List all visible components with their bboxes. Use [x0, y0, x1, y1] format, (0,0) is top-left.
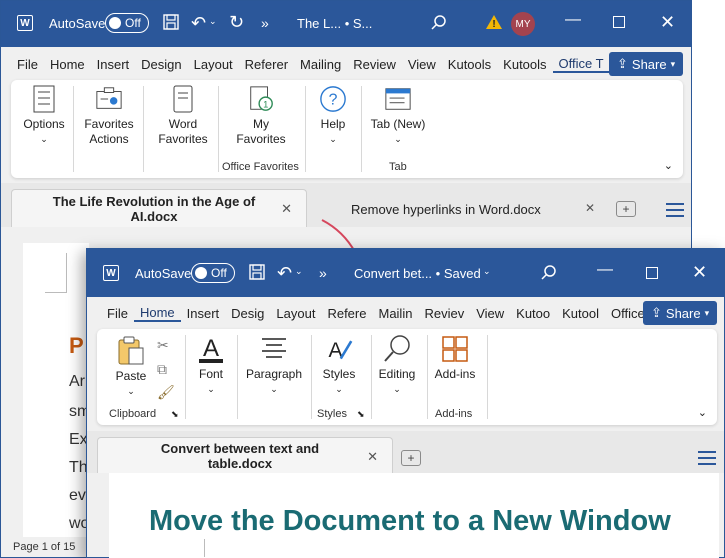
paste-icon: [117, 336, 145, 365]
tab-mailin[interactable]: Mailin: [372, 306, 418, 321]
tab-kutoo[interactable]: Kutoo: [510, 306, 556, 321]
autosave-label: AutoSave: [135, 266, 192, 281]
close-tab-icon[interactable]: ✕: [367, 449, 378, 464]
tab-view[interactable]: View: [470, 306, 510, 321]
tab-reviev[interactable]: Reviev: [418, 306, 470, 321]
front-ribbon-tabs: File Home Insert Desig Layout Refere Mailin Rev…: [87, 299, 724, 327]
addins-button[interactable]: Add-ins: [433, 335, 477, 382]
tab-home[interactable]: Home: [133, 305, 181, 322]
chevron-down-icon: ▾: [704, 307, 710, 318]
minimize-icon[interactable]: —: [597, 261, 613, 279]
chevron-down-icon[interactable]: ⌄: [483, 266, 491, 277]
addins-icon: [441, 335, 469, 363]
paragraph-icon: [260, 335, 288, 363]
overflow-icon[interactable]: »: [319, 265, 327, 281]
addins-group-label: Add-ins: [435, 408, 473, 420]
font-button[interactable]: A Font ⌄: [193, 335, 229, 397]
autosave-toggle[interactable]: Off: [191, 263, 235, 283]
tab-kutool[interactable]: Kutool: [556, 306, 605, 321]
cut-icon[interactable]: ✂: [157, 337, 169, 354]
paste-button[interactable]: Paste ⌄: [111, 336, 151, 399]
front-document-tabs: Convert between text and table.docx ✕ +: [87, 431, 724, 473]
maximize-icon[interactable]: [646, 267, 658, 279]
styles-button[interactable]: A Styles ⌄: [319, 335, 359, 397]
close-icon[interactable]: ✕: [692, 262, 707, 283]
paragraph-button[interactable]: Paragraph ⌄: [243, 335, 305, 397]
tab-file[interactable]: File: [101, 306, 134, 321]
front-titlebar: W AutoSave Off ↶ ⌄ » Convert bet... • Sa…: [87, 249, 724, 297]
word-app-icon: W: [103, 265, 119, 281]
svg-text:A: A: [203, 335, 219, 362]
share-icon: ⇪: [651, 305, 662, 320]
dialog-launcher-icon[interactable]: ⬊: [357, 409, 365, 420]
editing-button[interactable]: Editing ⌄: [377, 335, 417, 397]
save-icon[interactable]: [249, 264, 265, 280]
tab-layout[interactable]: Layout: [270, 306, 321, 321]
copy-icon[interactable]: ⧉: [157, 361, 167, 378]
undo-dropdown-icon[interactable]: ⌄: [295, 266, 303, 277]
document-title[interactable]: Convert bet... • Saved: [354, 266, 481, 281]
margin-mark: [183, 539, 205, 557]
tab-insert[interactable]: Insert: [181, 306, 226, 321]
svg-text:A: A: [328, 339, 342, 362]
share-button[interactable]: ⇪ Share ▾: [643, 301, 718, 325]
front-word-window: W AutoSave Off ↶ ⌄ » Convert bet... • Sa…: [86, 248, 725, 558]
menu-icon[interactable]: [698, 451, 716, 469]
front-document-page: Move the Document to a New Window: [109, 473, 719, 558]
front-ribbon: Paste ⌄ ✂ ⧉ 🖌 Clipboard ⬊ A Font ⌄ Paragra…: [97, 329, 717, 425]
tab-desig[interactable]: Desig: [225, 306, 270, 321]
dialog-launcher-icon[interactable]: ⬊: [171, 409, 179, 420]
search-icon[interactable]: [540, 264, 558, 282]
undo-icon[interactable]: ↶: [277, 263, 292, 284]
document-heading: Move the Document to a New Window: [149, 505, 671, 537]
doc-tab-convert-text-table[interactable]: Convert between text and table.docx ✕: [97, 437, 393, 473]
format-painter-icon[interactable]: 🖌: [157, 384, 175, 401]
clipboard-group-label: Clipboard: [109, 408, 157, 420]
collapse-ribbon-icon[interactable]: ⌄: [698, 406, 707, 419]
styles-group-label: Styles: [317, 408, 347, 420]
styles-icon: A: [325, 335, 353, 363]
magnifier-icon: [383, 335, 411, 363]
new-tab-icon[interactable]: +: [401, 450, 421, 466]
font-icon: A: [197, 335, 225, 363]
tab-refere[interactable]: Refere: [321, 306, 372, 321]
